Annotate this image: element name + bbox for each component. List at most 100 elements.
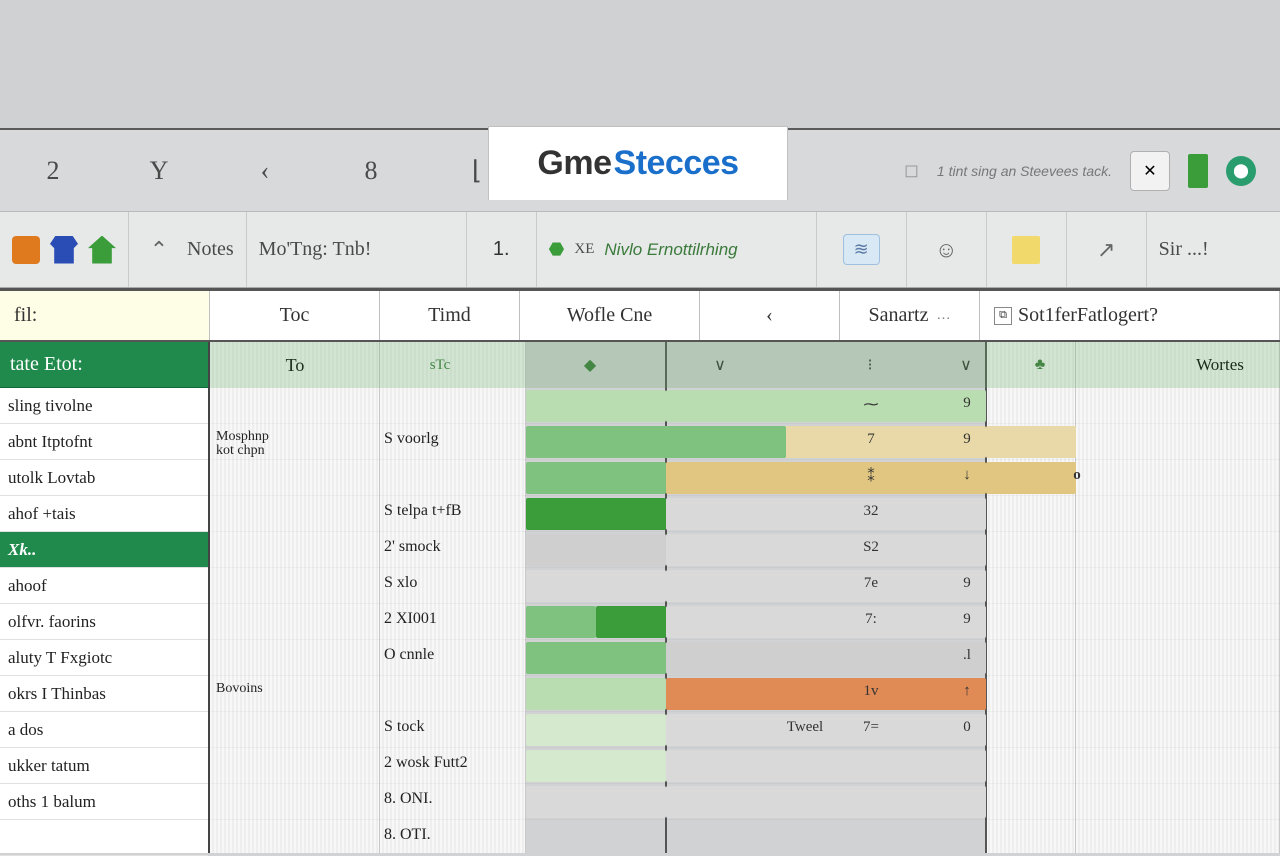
- tool-group-sort[interactable]: Sir ...!: [1147, 212, 1221, 287]
- presence-icon[interactable]: [1188, 154, 1208, 188]
- data-row[interactable]: O cnnle.l: [210, 640, 1280, 676]
- sidebar-item[interactable]: olfvr. faorins: [0, 604, 208, 640]
- gantt-bar[interactable]: [666, 606, 986, 638]
- sidebar-item[interactable]: okrs I Thinbas: [0, 676, 208, 712]
- subhead-tind-icon: sTc: [410, 342, 470, 388]
- col-header-3[interactable]: Wofle Cne: [520, 291, 700, 340]
- avatar[interactable]: ⬤: [1226, 156, 1256, 186]
- value-cell: 7:: [850, 611, 892, 628]
- sidebar: tate Etot: sling tivolneabnt Itptofntuto…: [0, 342, 210, 853]
- col-header-0[interactable]: fil:: [0, 291, 210, 340]
- col-header-5[interactable]: Sanartz…: [840, 291, 980, 340]
- sidebar-item[interactable]: Xk..: [0, 532, 208, 568]
- gantt-bar[interactable]: [526, 714, 666, 746]
- gantt-bar[interactable]: [596, 606, 666, 638]
- sidebar-item[interactable]: abnt Itptofnt: [0, 424, 208, 460]
- sidebar-item[interactable]: [0, 820, 208, 856]
- gantt-bar[interactable]: [666, 678, 986, 710]
- gantt-bar[interactable]: [526, 786, 666, 818]
- gantt-bar[interactable]: [526, 678, 666, 710]
- data-row[interactable]: 2' smockS2: [210, 532, 1280, 568]
- shirt-icon[interactable]: [50, 236, 78, 264]
- data-row[interactable]: ⁑↓o: [210, 460, 1280, 496]
- tool-group-notes[interactable]: ⌃ Notes: [129, 212, 247, 287]
- sidebar-item[interactable]: ahof +tais: [0, 496, 208, 532]
- col-header-6[interactable]: ⧉ Sot1ferFatlogert?: [980, 291, 1280, 340]
- gantt-bar[interactable]: [526, 498, 666, 530]
- data-row[interactable]: S telpa t+fB32: [210, 496, 1280, 532]
- gantt-bar[interactable]: [666, 534, 986, 566]
- sidebar-item[interactable]: aluty T Fxgiotc: [0, 640, 208, 676]
- col-header-6-label: Sot1ferFatlogert?: [1018, 304, 1158, 327]
- tool-group-enrich[interactable]: ⬣ XE Nivlo Ernottilrhing: [537, 212, 817, 287]
- sidebar-item[interactable]: ukker tatum: [0, 748, 208, 784]
- col-header-1[interactable]: Toc: [210, 291, 380, 340]
- value-cell: 9: [946, 575, 988, 592]
- sidebar-item[interactable]: utolk Lovtab: [0, 460, 208, 496]
- gantt-bar[interactable]: [666, 750, 986, 782]
- data-row[interactable]: Mosphnp kot chpnS voorlg79: [210, 424, 1280, 460]
- gantt-bar[interactable]: [526, 462, 666, 494]
- gantt-bar[interactable]: [666, 570, 986, 602]
- row-label-b: 8. ONI.: [384, 790, 432, 808]
- col-header-4[interactable]: ‹: [700, 291, 840, 340]
- close-box[interactable]: ✕: [1130, 151, 1170, 191]
- col-header-2[interactable]: Timd: [380, 291, 520, 340]
- marker-icon: o: [1056, 467, 1098, 484]
- gantt-bar[interactable]: [666, 786, 986, 818]
- gantt-bar[interactable]: [526, 606, 596, 638]
- subhead-chev-3[interactable]: ∨: [946, 342, 986, 388]
- gantt-bar[interactable]: [526, 570, 666, 602]
- title-right-widgets: ◻ 1 tint sing an Steevees tack. ✕ ⬤: [904, 130, 1280, 211]
- data-row[interactable]: 2 XI0017:9: [210, 604, 1280, 640]
- ribbon-glyph-2[interactable]: ‹: [212, 156, 318, 186]
- sidebar-header: tate Etot:: [0, 342, 208, 388]
- gantt-bar[interactable]: [986, 426, 1076, 458]
- tool-group-moving[interactable]: Mo'Tng: Tnb!: [247, 212, 467, 287]
- subhead-to: To: [210, 342, 380, 388]
- gantt-bar[interactable]: [526, 750, 666, 782]
- sidebar-item[interactable]: sling tivolne: [0, 388, 208, 424]
- gantt-bar[interactable]: [526, 534, 666, 566]
- tool-group-chart[interactable]: ↗: [1067, 212, 1147, 287]
- row-label-b: S voorlg: [384, 430, 439, 448]
- tool-group-face[interactable]: ☺: [907, 212, 987, 287]
- data-row[interactable]: S tock7=0Tweel: [210, 712, 1280, 748]
- value-cell: 0: [946, 719, 988, 736]
- gantt-bar[interactable]: [666, 642, 986, 674]
- data-row[interactable]: Bovoins1v↑: [210, 676, 1280, 712]
- subhead-chev-2[interactable]: ⁝: [850, 342, 890, 388]
- gantt-bar[interactable]: [666, 390, 986, 422]
- ribbon-glyph-1[interactable]: Y: [106, 156, 212, 186]
- grid-area[interactable]: To sTc ◆ ∨ ⁝ ∨ ♣ Wortes ⁓9Mosphnp kot ch…: [210, 342, 1280, 853]
- value-cell: ⁓: [850, 395, 892, 414]
- tool-group-highlight[interactable]: ≋: [817, 212, 907, 287]
- moving-label: Mo'Tng: Tnb!: [259, 238, 372, 261]
- ribbon-glyph-3[interactable]: 8: [318, 156, 424, 186]
- value-cell: S2: [850, 539, 892, 556]
- sidebar-item[interactable]: a dos: [0, 712, 208, 748]
- tool-group-note[interactable]: [987, 212, 1067, 287]
- data-row[interactable]: S xlo7e9: [210, 568, 1280, 604]
- sidebar-item[interactable]: ahoof: [0, 568, 208, 604]
- data-row[interactable]: 8. OTI.: [210, 820, 1280, 853]
- highlight-button[interactable]: ≋: [843, 234, 880, 265]
- app-icon[interactable]: [12, 236, 40, 264]
- gantt-bar[interactable]: [526, 642, 666, 674]
- gantt-bar[interactable]: [666, 498, 986, 530]
- gantt-bar[interactable]: [526, 390, 666, 422]
- data-row[interactable]: ⁓9: [210, 388, 1280, 424]
- inline-label: Tweel: [770, 719, 840, 736]
- gantt-bar[interactable]: [666, 462, 986, 494]
- filter-icon[interactable]: ⧉: [994, 307, 1012, 325]
- gantt-bar[interactable]: [526, 426, 786, 458]
- data-row[interactable]: 2 wosk Futt2: [210, 748, 1280, 784]
- subhead-chev-1[interactable]: ∨: [700, 342, 740, 388]
- home-icon[interactable]: [88, 236, 116, 264]
- data-row[interactable]: 8. ONI.: [210, 784, 1280, 820]
- ribbon-glyph-0[interactable]: 2: [0, 156, 106, 186]
- value-cell: ⁑: [850, 467, 892, 486]
- row-label-b: S xlo: [384, 574, 417, 592]
- tool-group-num[interactable]: 1.: [467, 212, 537, 287]
- sidebar-item[interactable]: oths 1 balum: [0, 784, 208, 820]
